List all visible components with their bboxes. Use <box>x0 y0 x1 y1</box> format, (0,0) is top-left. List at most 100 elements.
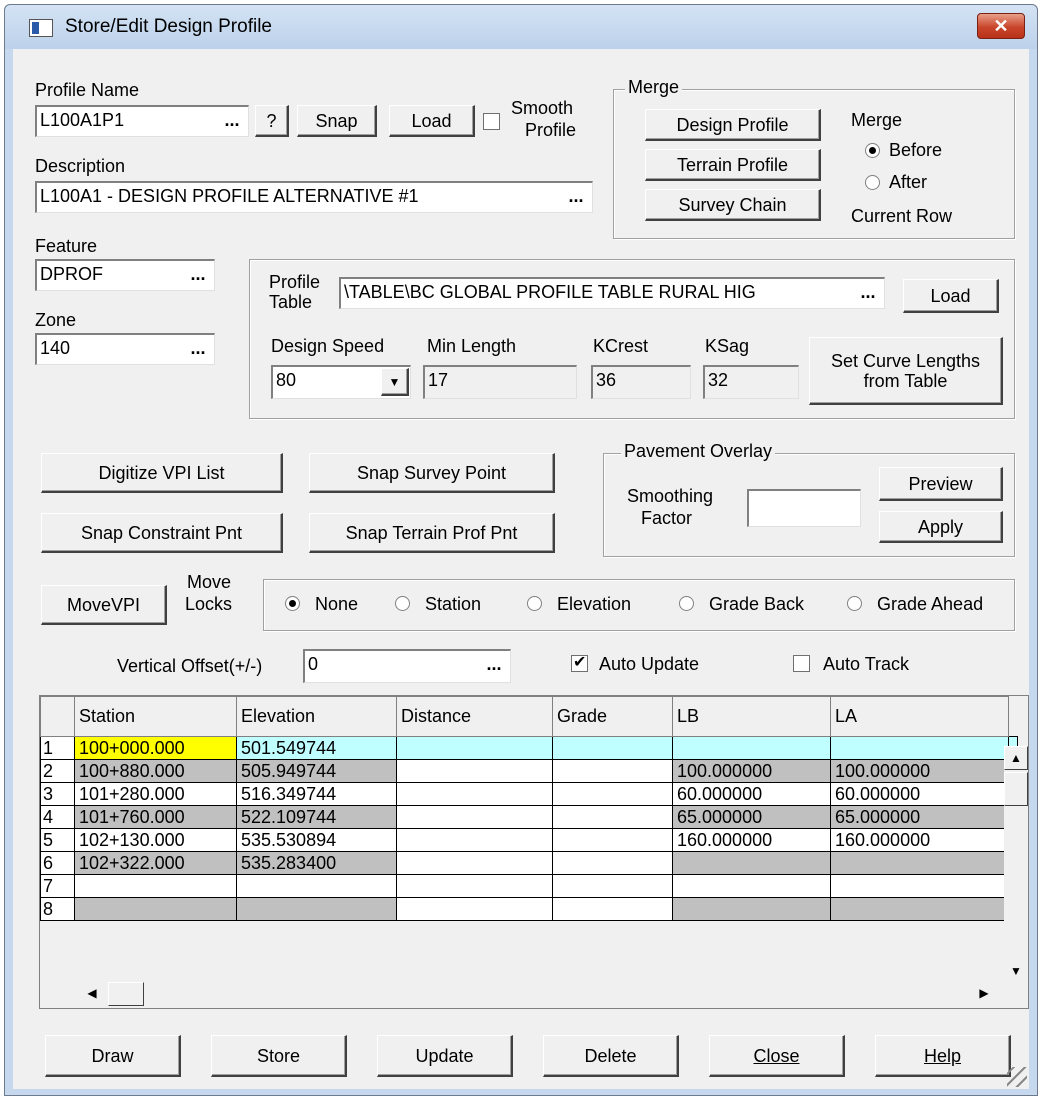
row-number[interactable]: 5 <box>40 828 75 852</box>
column-header-distance[interactable]: Distance <box>396 696 553 737</box>
delete-button[interactable]: Delete <box>543 1035 679 1077</box>
lock-none-radio[interactable] <box>285 596 300 611</box>
table-cell[interactable] <box>552 782 673 806</box>
column-header-station[interactable]: Station <box>74 696 237 737</box>
scroll-up-icon[interactable]: ▲ <box>1004 746 1028 770</box>
set-curve-lengths-button[interactable]: Set Curve Lengths from Table <box>809 337 1003 405</box>
row-number[interactable]: 4 <box>40 805 75 829</box>
table-cell[interactable] <box>396 828 553 852</box>
table-cell[interactable] <box>396 736 553 760</box>
description-browse-button[interactable]: ... <box>562 184 590 208</box>
chevron-down-icon[interactable]: ▼ <box>381 368 409 396</box>
row-number[interactable]: 8 <box>40 897 75 921</box>
table-cell[interactable]: 102+322.000 <box>74 851 237 875</box>
preview-button[interactable]: Preview <box>879 467 1003 501</box>
smoothing-factor-input[interactable] <box>747 489 861 527</box>
table-cell[interactable]: 160.000000 <box>830 828 1009 852</box>
table-cell[interactable]: 60.000000 <box>672 782 831 806</box>
table-cell[interactable]: 160.000000 <box>672 828 831 852</box>
scroll-right-icon[interactable]: ▶ <box>970 982 998 1006</box>
lock-grade-back-radio[interactable] <box>679 596 694 611</box>
profile-table-field[interactable]: \TABLE\BC GLOBAL PROFILE TABLE RURAL HIG… <box>339 277 885 309</box>
move-vpi-button[interactable]: MoveVPI <box>41 585 167 625</box>
table-cell[interactable] <box>830 851 1009 875</box>
row-number[interactable]: 7 <box>40 874 75 898</box>
zone-field[interactable]: 140 ... <box>35 333 215 365</box>
lock-elevation-radio[interactable] <box>527 596 542 611</box>
table-cell[interactable]: 100+000.000 <box>74 736 237 760</box>
table-cell[interactable]: 100.000000 <box>672 759 831 783</box>
load-profile-button[interactable]: Load <box>389 105 475 137</box>
table-cell[interactable]: 60.000000 <box>830 782 1009 806</box>
table-cell[interactable] <box>552 805 673 829</box>
row-number[interactable]: 6 <box>40 851 75 875</box>
title-bar[interactable]: Store/Edit Design Profile ✕ <box>5 5 1037 49</box>
table-row[interactable]: 8 <box>40 897 1018 921</box>
table-row[interactable]: 6 102+322.000 535.283400 <box>40 851 1018 875</box>
snap-terrain-prof-pnt-button[interactable]: Snap Terrain Prof Pnt <box>309 513 555 553</box>
table-cell[interactable] <box>236 874 397 898</box>
smooth-profile-checkbox[interactable] <box>483 113 500 130</box>
table-cell[interactable] <box>396 782 553 806</box>
vpi-table[interactable]: Station Elevation Distance Grade LB LA 1… <box>40 696 1018 921</box>
close-window-button[interactable]: ✕ <box>977 13 1025 39</box>
apply-button[interactable]: Apply <box>879 511 1003 543</box>
table-cell[interactable] <box>830 897 1009 921</box>
table-cell[interactable] <box>552 828 673 852</box>
description-field[interactable]: L100A1 - DESIGN PROFILE ALTERNATIVE #1 .… <box>35 181 593 213</box>
table-cell[interactable]: 516.349744 <box>236 782 397 806</box>
table-cell[interactable] <box>396 851 553 875</box>
profile-name-field[interactable]: L100A1P1 ... <box>35 105 249 137</box>
vpi-grid[interactable]: Station Elevation Distance Grade LB LA 1… <box>39 695 1029 1009</box>
table-row[interactable]: 7 <box>40 874 1018 898</box>
merge-design-profile-button[interactable]: Design Profile <box>645 109 821 141</box>
snap-button[interactable]: Snap <box>297 105 377 137</box>
vertical-offset-browse-button[interactable]: ... <box>480 652 508 676</box>
update-button[interactable]: Update <box>377 1035 513 1077</box>
zone-browse-button[interactable]: ... <box>184 336 212 360</box>
table-cell[interactable] <box>552 874 673 898</box>
table-row[interactable]: 4 101+760.000 522.109744 65.000000 65.000000 <box>40 805 1018 829</box>
column-header-grade[interactable]: Grade <box>552 696 673 737</box>
profile-table-browse-button[interactable]: ... <box>854 280 882 304</box>
lock-station-radio[interactable] <box>395 596 410 611</box>
auto-track-checkbox[interactable] <box>793 655 810 672</box>
merge-after-radio[interactable] <box>865 175 880 190</box>
table-row[interactable]: 1 100+000.000 501.549744 <box>40 736 1018 760</box>
table-cell[interactable]: 102+130.000 <box>74 828 237 852</box>
row-number[interactable]: 3 <box>40 782 75 806</box>
table-cell[interactable] <box>74 874 237 898</box>
help-button[interactable]: Help <box>875 1035 1011 1077</box>
table-cell[interactable] <box>672 736 831 760</box>
row-number[interactable]: 2 <box>40 759 75 783</box>
scroll-left-icon[interactable]: ◀ <box>78 982 106 1006</box>
help-question-button[interactable]: ? <box>255 105 289 137</box>
feature-browse-button[interactable]: ... <box>184 262 212 286</box>
table-cell[interactable] <box>672 897 831 921</box>
merge-before-radio[interactable] <box>865 143 880 158</box>
table-cell[interactable] <box>672 851 831 875</box>
table-cell[interactable]: 535.530894 <box>236 828 397 852</box>
table-cell[interactable] <box>552 736 673 760</box>
draw-button[interactable]: Draw <box>45 1035 181 1077</box>
vertical-scroll-thumb[interactable] <box>1004 772 1028 806</box>
snap-constraint-pnt-button[interactable]: Snap Constraint Pnt <box>41 513 283 553</box>
column-header-lb[interactable]: LB <box>672 696 831 737</box>
profile-name-browse-button[interactable]: ... <box>218 108 246 132</box>
table-cell[interactable]: 101+760.000 <box>74 805 237 829</box>
table-cell[interactable] <box>396 897 553 921</box>
scroll-down-icon[interactable]: ▼ <box>1004 960 1028 984</box>
digitize-vpi-list-button[interactable]: Digitize VPI List <box>41 453 283 493</box>
table-cell[interactable] <box>396 759 553 783</box>
horizontal-scrollbar[interactable]: ◀ ▶ <box>74 980 1004 1008</box>
vertical-offset-field[interactable]: 0 ... <box>303 649 511 683</box>
profile-table-load-button[interactable]: Load <box>903 279 999 313</box>
table-row[interactable]: 5 102+130.000 535.530894 160.000000 160.0000… <box>40 828 1018 852</box>
column-header-la[interactable]: LA <box>830 696 1009 737</box>
table-cell[interactable]: 505.949744 <box>236 759 397 783</box>
resize-grip-icon[interactable] <box>1007 1067 1027 1087</box>
merge-survey-chain-button[interactable]: Survey Chain <box>645 189 821 221</box>
design-speed-select[interactable]: 80 ▼ <box>271 365 411 399</box>
store-button[interactable]: Store <box>211 1035 347 1077</box>
table-cell[interactable] <box>74 897 237 921</box>
